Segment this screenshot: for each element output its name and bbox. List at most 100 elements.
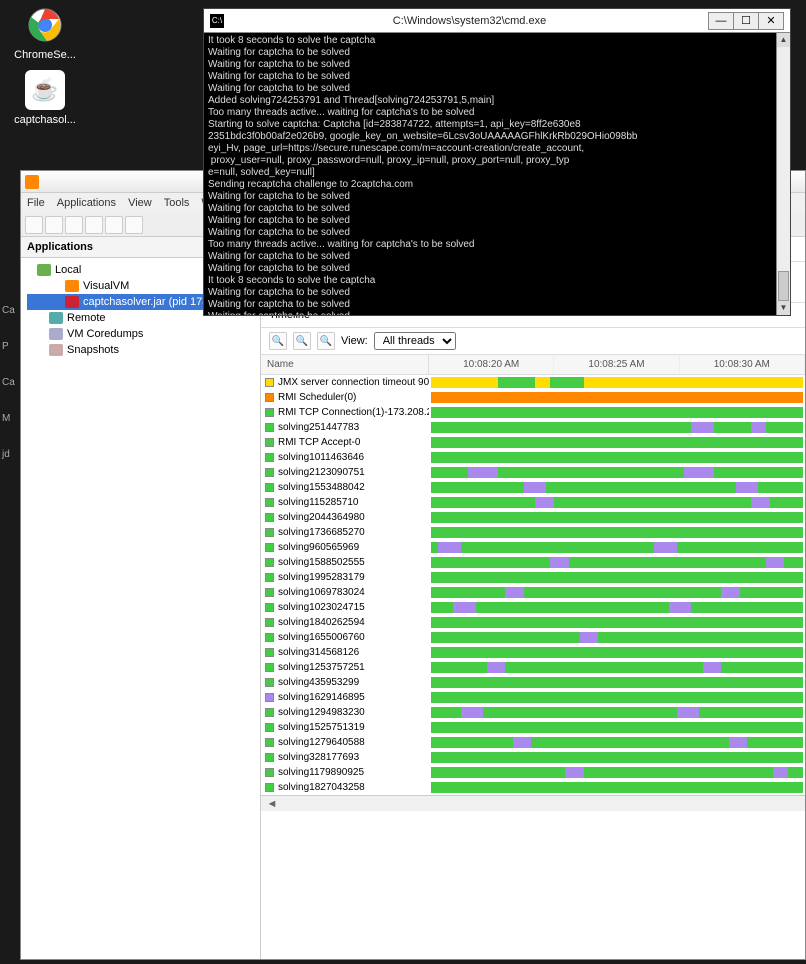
thread-row[interactable]: solving1840262594: [261, 615, 805, 630]
thread-timeline-bar: [431, 557, 803, 568]
thread-timeline-bar: [431, 677, 803, 688]
thread-timeline-bar: [431, 752, 803, 763]
toolbar-button[interactable]: [65, 216, 83, 234]
thread-row[interactable]: solving251447783: [261, 420, 805, 435]
thread-row[interactable]: solving1279640588: [261, 735, 805, 750]
scroll-down-icon[interactable]: ▼: [777, 301, 790, 315]
thread-state-icon: [265, 708, 274, 717]
scroll-left-icon[interactable]: ◄: [265, 798, 279, 810]
thread-row[interactable]: solving1525751319: [261, 720, 805, 735]
thread-timeline-bar: [431, 617, 803, 628]
taskbar-left: Ca P Ca M jd: [0, 280, 18, 485]
menu-applications[interactable]: Applications: [57, 197, 116, 209]
thread-row[interactable]: solving1011463646: [261, 450, 805, 465]
toolbar-button[interactable]: [85, 216, 103, 234]
thread-timeline-bar: [431, 497, 803, 508]
toolbar-button[interactable]: [125, 216, 143, 234]
thread-name: solving1629146895: [278, 692, 365, 703]
taskbar-hint: Ca: [2, 305, 16, 316]
thread-timeline-bar: [431, 572, 803, 583]
thread-state-icon: [265, 618, 274, 627]
thread-row[interactable]: RMI TCP Connection(1)-173.208.2: [261, 405, 805, 420]
desktop-icon-chrome[interactable]: ChromeSe...: [10, 5, 80, 61]
thread-timeline-bar: [431, 527, 803, 538]
zoom-out-button[interactable]: 🔍: [293, 332, 311, 350]
thread-state-icon: [265, 438, 274, 447]
zoom-fit-button[interactable]: 🔍: [317, 332, 335, 350]
thread-row[interactable]: solving2044364980: [261, 510, 805, 525]
thread-row[interactable]: solving1069783024: [261, 585, 805, 600]
thread-row[interactable]: solving1553488042: [261, 480, 805, 495]
toolbar-button[interactable]: [45, 216, 63, 234]
toolbar-button[interactable]: [105, 216, 123, 234]
tree-icon: [49, 328, 63, 340]
menu-file[interactable]: File: [27, 197, 45, 209]
thread-name: solving2123090751: [278, 467, 365, 478]
thread-timeline-bar: [431, 587, 803, 598]
cmd-titlebar[interactable]: C:\ C:\Windows\system32\cmd.exe — ☐ ✕: [204, 9, 790, 33]
thread-name: solving1011463646: [278, 452, 364, 463]
thread-state-icon: [265, 573, 274, 582]
zoom-in-button[interactable]: 🔍: [269, 332, 287, 350]
thread-row[interactable]: solving1294983230: [261, 705, 805, 720]
java-icon: ☕: [25, 70, 65, 110]
thread-timeline-bar: [431, 632, 803, 643]
thread-row[interactable]: solving1655006760: [261, 630, 805, 645]
menu-tools[interactable]: Tools: [164, 197, 190, 209]
toolbar-button[interactable]: [25, 216, 43, 234]
thread-timeline-bar: [431, 407, 803, 418]
close-button[interactable]: ✕: [758, 12, 784, 30]
thread-timeline-bar: [431, 602, 803, 613]
thread-row[interactable]: solving2123090751: [261, 465, 805, 480]
thread-row[interactable]: solving1995283179: [261, 570, 805, 585]
thread-row[interactable]: solving1629146895: [261, 690, 805, 705]
thread-timeline-bar: [431, 452, 803, 463]
timeline-h-scrollbar[interactable]: ◄: [261, 795, 805, 811]
thread-row[interactable]: solving960565969: [261, 540, 805, 555]
thread-row[interactable]: RMI TCP Accept-0: [261, 435, 805, 450]
thread-state-icon: [265, 678, 274, 687]
thread-row[interactable]: solving1023024715: [261, 600, 805, 615]
thread-name: solving1179890925: [278, 767, 364, 778]
thread-row[interactable]: solving1736685270: [261, 525, 805, 540]
desktop-icon-java[interactable]: ☕ captchasol...: [10, 70, 80, 126]
thread-timeline-bar: [431, 782, 803, 793]
thread-state-icon: [265, 498, 274, 507]
thread-row[interactable]: solving435953299: [261, 675, 805, 690]
thread-state-icon: [265, 423, 274, 432]
thread-row[interactable]: solving1588502555: [261, 555, 805, 570]
thread-row[interactable]: solving328177693: [261, 750, 805, 765]
minimize-button[interactable]: —: [708, 12, 734, 30]
thread-state-icon: [265, 693, 274, 702]
scroll-up-icon[interactable]: ▲: [777, 33, 790, 47]
maximize-button[interactable]: ☐: [733, 12, 759, 30]
menu-view[interactable]: View: [128, 197, 152, 209]
tree-node[interactable]: Snapshots: [27, 342, 254, 358]
cmd-v-scrollbar[interactable]: ▲ ▼: [776, 33, 790, 315]
thread-row[interactable]: RMI Scheduler(0): [261, 390, 805, 405]
view-label: View:: [341, 335, 368, 347]
thread-row[interactable]: solving1253757251: [261, 660, 805, 675]
thread-row[interactable]: solving314568126: [261, 645, 805, 660]
thread-timeline-bar: [431, 767, 803, 778]
thread-name: solving1279640588: [278, 737, 365, 748]
thread-state-icon: [265, 528, 274, 537]
thread-timeline-bar: [431, 422, 803, 433]
thread-row[interactable]: JMX server connection timeout 90: [261, 375, 805, 390]
thread-name: solving1995283179: [278, 572, 365, 583]
thread-name: JMX server connection timeout 90: [278, 377, 429, 388]
taskbar-hint: Ca: [2, 377, 16, 388]
name-column-header[interactable]: Name: [261, 355, 429, 374]
cmd-output: It took 8 seconds to solve the captcha W…: [204, 33, 790, 315]
scrollbar-thumb[interactable]: [778, 271, 789, 301]
taskbar-hint: jd: [2, 449, 16, 460]
thread-timeline-bar: [431, 707, 803, 718]
tree-node[interactable]: VM Coredumps: [27, 326, 254, 342]
thread-name: solving1294983230: [278, 707, 365, 718]
thread-name: solving1253757251: [278, 662, 365, 673]
thread-row[interactable]: solving1827043258: [261, 780, 805, 795]
thread-row[interactable]: solving115285710: [261, 495, 805, 510]
view-select[interactable]: All threads: [374, 332, 456, 350]
thread-timeline-bar: [431, 482, 803, 493]
thread-row[interactable]: solving1179890925: [261, 765, 805, 780]
